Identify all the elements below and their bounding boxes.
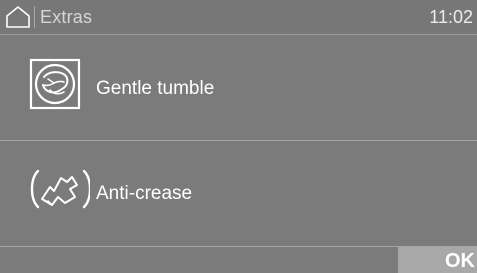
footer-bar: OK [0,247,477,273]
menu-item-anti-crease[interactable]: Anti-crease [0,141,477,245]
clock: 11:02 [429,7,473,27]
gentle-tumble-icon [29,58,81,110]
anti-crease-icon [30,169,90,209]
ok-button-label: OK [445,250,475,272]
header-bar: Extras 11:02 [0,0,477,35]
menu-item-gentle-tumble[interactable]: Gentle tumble [0,35,477,139]
home-icon [6,6,30,28]
header-separator [34,6,35,28]
ok-button[interactable]: OK [398,247,477,273]
display-screen: Extras 11:02 Gentle tumble Anti-crease O… [0,0,477,273]
home-button[interactable] [4,5,32,29]
menu-item-label: Gentle tumble [96,78,215,99]
page-title: Extras [40,7,93,27]
menu-item-label: Anti-crease [96,183,193,204]
